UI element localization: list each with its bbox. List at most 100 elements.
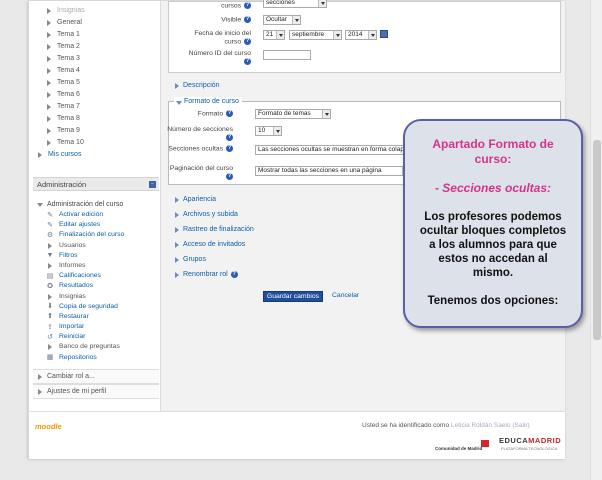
collapsed-section-label: Rastreo de finalización — [183, 226, 254, 233]
admin-item[interactable]: ✪ Resultados — [33, 281, 159, 291]
chevron-down-icon — [318, 0, 326, 7]
nav-item[interactable]: General — [47, 17, 85, 29]
comunidad-madrid-logo: Comunidad de Madrid — [435, 440, 491, 454]
courses-select[interactable]: secciones — [263, 0, 327, 8]
admin-item[interactable]: Banco de preguntas — [33, 342, 159, 352]
id-number-input[interactable] — [263, 50, 311, 60]
format-select-value: Formato de temas — [258, 110, 311, 117]
admin-item[interactable]: ▦ Repositorios — [33, 353, 159, 363]
nav-item[interactable]: Tema 2 — [47, 41, 85, 53]
collapsed-section[interactable]: Grupos — [175, 255, 206, 265]
id-number-label-text: Número ID del curso — [188, 50, 251, 57]
chevron-down-icon — [368, 31, 376, 39]
admin-item-label: Repositorios — [59, 353, 97, 361]
collapsed-section[interactable]: Renombrar rol ? — [175, 270, 238, 280]
help-icon[interactable]: ? — [226, 173, 233, 180]
educamadrid-logo-b: MADRID — [528, 436, 562, 445]
start-year-select[interactable]: 2014 — [345, 30, 377, 40]
admin-item-label: Reiniciar — [59, 333, 86, 341]
section-course-format[interactable]: Formato de curso — [174, 97, 242, 107]
admin-item[interactable]: Informes — [33, 261, 159, 271]
user-link[interactable]: Leticia Roldán Saelo — [451, 422, 511, 429]
nav-item[interactable]: Tema 8 — [47, 113, 85, 125]
help-icon[interactable]: ? — [230, 270, 238, 278]
visible-select[interactable]: Ocultar — [263, 15, 301, 25]
collapsed-section[interactable]: Rastreo de finalización — [175, 225, 254, 235]
visible-label: Visible ? — [183, 16, 251, 24]
hidden-sections-value: Las secciones ocultas se muestran en for… — [258, 146, 404, 153]
nav-item[interactable]: Tema 7 — [47, 101, 85, 113]
expand-arrow-icon — [38, 374, 42, 380]
nav-item-label: Tema 8 — [57, 115, 80, 122]
section-course-format-label: Formato de curso — [184, 98, 239, 105]
help-icon[interactable]: ? — [226, 134, 233, 141]
help-icon[interactable]: ? — [244, 16, 251, 23]
sidebar: Insignias General Tema 1 Tema 2 Tema 3 Tema 4… — [29, 1, 159, 411]
collapsed-section[interactable]: Acceso de invitados — [175, 240, 245, 250]
cancel-button[interactable]: Cancelar — [332, 292, 359, 299]
expand-arrow-icon — [175, 212, 179, 218]
sections-count-label: Número de secciones ? — [165, 126, 233, 142]
nav-my-courses[interactable]: Mis cursos — [38, 149, 81, 161]
help-icon[interactable]: ? — [244, 38, 251, 45]
pagination-select[interactable]: Mostrar todas las secciones en una págin… — [255, 166, 411, 176]
format-select[interactable]: Formato de temas — [255, 109, 331, 119]
admin-item[interactable]: ⚙ Finalización del curso — [33, 230, 159, 240]
nav-item-label: Tema 4 — [57, 67, 80, 74]
admin-item[interactable]: ⬆ Restaurar — [33, 312, 159, 322]
start-day-select[interactable]: 21 — [263, 30, 285, 40]
hidden-sections-select[interactable]: Las secciones ocultas se muestran en for… — [255, 145, 427, 155]
repository-icon: ▦ — [46, 354, 54, 362]
hide-block-icon[interactable]: − — [149, 181, 156, 188]
section-description[interactable]: Descripción — [175, 81, 220, 91]
chevron-down-icon — [333, 31, 341, 39]
admin-item[interactable]: ↺ Reiniciar — [33, 332, 159, 342]
admin-item[interactable]: ▤ Calificaciones — [33, 271, 159, 281]
profile-settings-label: Ajustes de mi perfil — [47, 388, 107, 395]
educamadrid-logo-text: EDUCAMADRID — [499, 436, 561, 445]
admin-item-label: Editar ajustes — [59, 221, 101, 229]
collapsed-section[interactable]: Apariencia — [175, 195, 216, 205]
nav-item[interactable]: Tema 1 — [47, 29, 85, 41]
admin-course-root[interactable]: Administración del curso — [33, 199, 159, 210]
nav-item[interactable]: Tema 5 — [47, 77, 85, 89]
nav-item[interactable]: Insignias — [47, 5, 85, 17]
scrollbar-thumb[interactable] — [593, 140, 601, 340]
expand-arrow-icon — [38, 152, 42, 158]
help-icon[interactable]: ? — [226, 110, 233, 117]
admin-item[interactable]: ▼ Filtros — [33, 251, 159, 261]
help-icon[interactable]: ? — [244, 58, 251, 65]
collapsed-section[interactable]: Archivos y subida — [175, 210, 238, 220]
admin-item[interactable]: ✎ Editar ajustes — [33, 220, 159, 230]
help-icon[interactable]: ? — [226, 145, 233, 152]
admin-item[interactable]: Usuarios — [33, 241, 159, 251]
admin-item[interactable]: ⇪ Importar — [33, 322, 159, 332]
calendar-icon[interactable] — [380, 30, 388, 38]
educamadrid-logo-sub: PLATAFORMA TECNOLÓGICA — [501, 446, 558, 451]
logout-link[interactable]: (Salir) — [512, 422, 529, 429]
admin-item[interactable]: ✎ Activar edición — [33, 210, 159, 220]
nav-item[interactable]: Tema 4 — [47, 65, 85, 77]
admin-item[interactable]: ⬇ Copia de seguridad — [33, 302, 159, 312]
start-month-select[interactable]: septiembre — [289, 30, 342, 40]
nav-item-label: Tema 7 — [57, 103, 80, 110]
courses-label: cursos ? — [183, 2, 251, 10]
moodle-logo[interactable]: moodle — [35, 422, 62, 431]
grades-icon: ▤ — [46, 272, 54, 280]
profile-settings-item[interactable]: Ajustes de mi perfil — [33, 384, 159, 399]
nav-item[interactable]: Tema 9 — [47, 125, 85, 137]
nav-item[interactable]: Tema 3 — [47, 53, 85, 65]
save-changes-button[interactable]: Guardar cambios — [263, 291, 323, 302]
nav-item[interactable]: Tema 6 — [47, 89, 85, 101]
sections-count-select[interactable]: 10 — [255, 126, 282, 136]
nav-item[interactable]: Tema 10 — [47, 137, 85, 149]
collapsed-section-label: Apariencia — [183, 196, 217, 203]
admin-item-label: Insignias — [59, 292, 86, 300]
switch-role-item[interactable]: Cambiar rol a... — [33, 369, 159, 384]
page-scrollbar[interactable] — [590, 0, 602, 480]
expand-arrow-icon — [175, 242, 179, 248]
admin-item[interactable]: Insignias — [33, 292, 159, 302]
chevron-down-icon — [276, 31, 284, 39]
help-icon[interactable]: ? — [244, 2, 251, 9]
backup-icon: ⬇ — [47, 303, 53, 311]
